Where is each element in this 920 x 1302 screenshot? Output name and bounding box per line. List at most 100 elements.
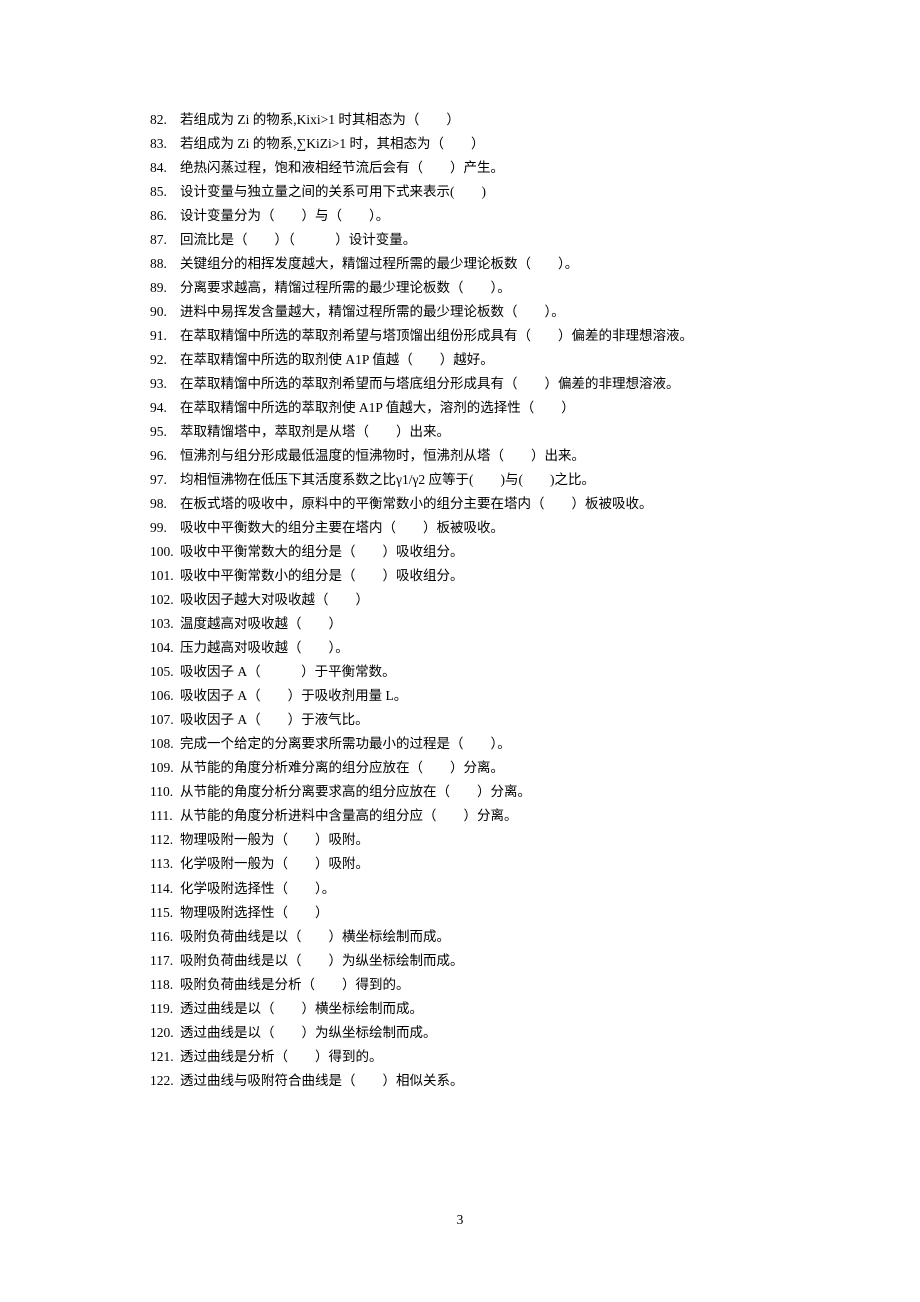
question-number: 94. [150,396,180,420]
question-number: 103. [150,612,180,636]
question-item: 102.吸收因子越大对吸收越（ ） [150,588,800,612]
page-number: 3 [0,1208,920,1232]
question-text: 绝热闪蒸过程，饱和液相经节流后会有（ ）产生。 [180,160,504,175]
question-text: 吸附负荷曲线是以（ ）横坐标绘制而成。 [180,929,450,944]
question-text: 萃取精馏塔中，萃取剂是从塔（ ）出来。 [180,424,450,439]
question-text: 吸收因子 A（ ）于吸收剂用量 L。 [180,688,407,703]
question-item: 83.若组成为 Zi 的物系,∑KiZi>1 时，其相态为（ ） [150,132,800,156]
question-number: 100. [150,540,180,564]
question-text: 关键组分的相挥发度越大，精馏过程所需的最少理论板数（ ）。 [180,256,578,271]
question-text: 恒沸剂与组分形成最低温度的恒沸物时，恒沸剂从塔（ ）出来。 [180,448,585,463]
question-item: 120.透过曲线是以（ ）为纵坐标绘制而成。 [150,1021,800,1045]
question-number: 84. [150,156,180,180]
question-item: 113.化学吸附一般为（ ）吸附。 [150,852,800,876]
question-number: 83. [150,132,180,156]
question-number: 88. [150,252,180,276]
question-number: 120. [150,1021,180,1045]
question-item: 112.物理吸附一般为（ ）吸附。 [150,828,800,852]
question-text: 物理吸附选择性（ ） [180,905,329,920]
question-text: 在萃取精馏中所选的萃取剂希望与塔顶馏出组份形成具有（ ）偏差的非理想溶液。 [180,328,693,343]
question-item: 119.透过曲线是以（ ）横坐标绘制而成。 [150,997,800,1021]
question-text: 在萃取精馏中所选的取剂使 A1P 值越（ ）越好。 [180,352,494,367]
question-item: 117.吸附负荷曲线是以（ ）为纵坐标绘制而成。 [150,949,800,973]
question-text: 温度越高对吸收越（ ） [180,616,342,631]
question-text: 若组成为 Zi 的物系,Kixi>1 时其相态为（ ） [180,112,460,127]
question-item: 88.关键组分的相挥发度越大，精馏过程所需的最少理论板数（ ）。 [150,252,800,276]
question-item: 95.萃取精馏塔中，萃取剂是从塔（ ）出来。 [150,420,800,444]
question-text: 吸收因子 A（ ）于液气比。 [180,712,369,727]
question-item: 84.绝热闪蒸过程，饱和液相经节流后会有（ ）产生。 [150,156,800,180]
question-list: 82.若组成为 Zi 的物系,Kixi>1 时其相态为（ ）83.若组成为 Zi… [150,108,800,1093]
question-item: 87.回流比是（ ）（ ）设计变量。 [150,228,800,252]
question-text: 分离要求越高，精馏过程所需的最少理论板数（ ）。 [180,280,511,295]
question-number: 98. [150,492,180,516]
question-text: 从节能的角度分析分离要求高的组分应放在（ ）分离。 [180,784,531,799]
question-text: 透过曲线是以（ ）横坐标绘制而成。 [180,1001,423,1016]
question-number: 118. [150,973,180,997]
question-text: 透过曲线是以（ ）为纵坐标绘制而成。 [180,1025,437,1040]
question-text: 吸收因子 A（ ）于平衡常数。 [180,664,396,679]
question-number: 102. [150,588,180,612]
question-text: 透过曲线是分析（ ）得到的。 [180,1049,383,1064]
question-item: 105.吸收因子 A（ ）于平衡常数。 [150,660,800,684]
question-text: 吸附负荷曲线是分析（ ）得到的。 [180,977,410,992]
question-text: 从节能的角度分析进料中含量高的组分应（ ）分离。 [180,808,518,823]
question-number: 112. [150,828,180,852]
question-text: 在萃取精馏中所选的萃取剂希望而与塔底组分形成具有（ ）偏差的非理想溶液。 [180,376,680,391]
question-number: 86. [150,204,180,228]
question-number: 117. [150,949,180,973]
question-number: 95. [150,420,180,444]
question-number: 109. [150,756,180,780]
question-item: 89.分离要求越高，精馏过程所需的最少理论板数（ ）。 [150,276,800,300]
question-number: 121. [150,1045,180,1069]
question-text: 化学吸附一般为（ ）吸附。 [180,856,369,871]
question-item: 116.吸附负荷曲线是以（ ）横坐标绘制而成。 [150,925,800,949]
question-number: 85. [150,180,180,204]
question-text: 吸收中平衡常数大的组分是（ ）吸收组分。 [180,544,464,559]
question-text: 吸收中平衡常数小的组分是（ ）吸收组分。 [180,568,464,583]
question-item: 99.吸收中平衡数大的组分主要在塔内（ ）板被吸收。 [150,516,800,540]
question-item: 98.在板式塔的吸收中，原料中的平衡常数小的组分主要在塔内（ ）板被吸收。 [150,492,800,516]
question-number: 114. [150,877,180,901]
question-item: 96.恒沸剂与组分形成最低温度的恒沸物时，恒沸剂从塔（ ）出来。 [150,444,800,468]
question-number: 91. [150,324,180,348]
question-number: 111. [150,804,180,828]
question-text: 吸附负荷曲线是以（ ）为纵坐标绘制而成。 [180,953,464,968]
question-item: 103.温度越高对吸收越（ ） [150,612,800,636]
question-text: 设计变量与独立量之间的关系可用下式来表示( ) [180,184,486,199]
question-number: 90. [150,300,180,324]
question-text: 从节能的角度分析难分离的组分应放在（ ）分离。 [180,760,504,775]
question-number: 101. [150,564,180,588]
question-item: 107.吸收因子 A（ ）于液气比。 [150,708,800,732]
question-number: 115. [150,901,180,925]
question-item: 97.均相恒沸物在低压下其活度系数之比γ1/γ2 应等于( )与( )之比。 [150,468,800,492]
question-number: 116. [150,925,180,949]
question-item: 92.在萃取精馏中所选的取剂使 A1P 值越（ ）越好。 [150,348,800,372]
question-number: 96. [150,444,180,468]
question-text: 吸收中平衡数大的组分主要在塔内（ ）板被吸收。 [180,520,504,535]
question-text: 化学吸附选择性（ ）。 [180,881,335,896]
question-number: 97. [150,468,180,492]
question-text: 物理吸附一般为（ ）吸附。 [180,832,369,847]
question-number: 107. [150,708,180,732]
question-text: 若组成为 Zi 的物系,∑KiZi>1 时，其相态为（ ） [180,136,484,151]
question-item: 86.设计变量分为（ ）与（ ）。 [150,204,800,228]
question-number: 105. [150,660,180,684]
question-number: 108. [150,732,180,756]
question-text: 在萃取精馏中所选的萃取剂使 A1P 值越大，溶剂的选择性（ ） [180,400,575,415]
question-text: 回流比是（ ）（ ）设计变量。 [180,232,416,247]
question-item: 114.化学吸附选择性（ ）。 [150,877,800,901]
question-item: 94.在萃取精馏中所选的萃取剂使 A1P 值越大，溶剂的选择性（ ） [150,396,800,420]
question-item: 82.若组成为 Zi 的物系,Kixi>1 时其相态为（ ） [150,108,800,132]
question-number: 104. [150,636,180,660]
question-item: 91.在萃取精馏中所选的萃取剂希望与塔顶馏出组份形成具有（ ）偏差的非理想溶液。 [150,324,800,348]
question-text: 透过曲线与吸附符合曲线是（ ）相似关系。 [180,1073,464,1088]
question-item: 108.完成一个给定的分离要求所需功最小的过程是（ ）。 [150,732,800,756]
question-text: 进料中易挥发含量越大，精馏过程所需的最少理论板数（ ）。 [180,304,565,319]
question-number: 106. [150,684,180,708]
question-item: 111.从节能的角度分析进料中含量高的组分应（ ）分离。 [150,804,800,828]
question-item: 115.物理吸附选择性（ ） [150,901,800,925]
question-text: 完成一个给定的分离要求所需功最小的过程是（ ）。 [180,736,511,751]
question-number: 119. [150,997,180,1021]
question-item: 110.从节能的角度分析分离要求高的组分应放在（ ）分离。 [150,780,800,804]
